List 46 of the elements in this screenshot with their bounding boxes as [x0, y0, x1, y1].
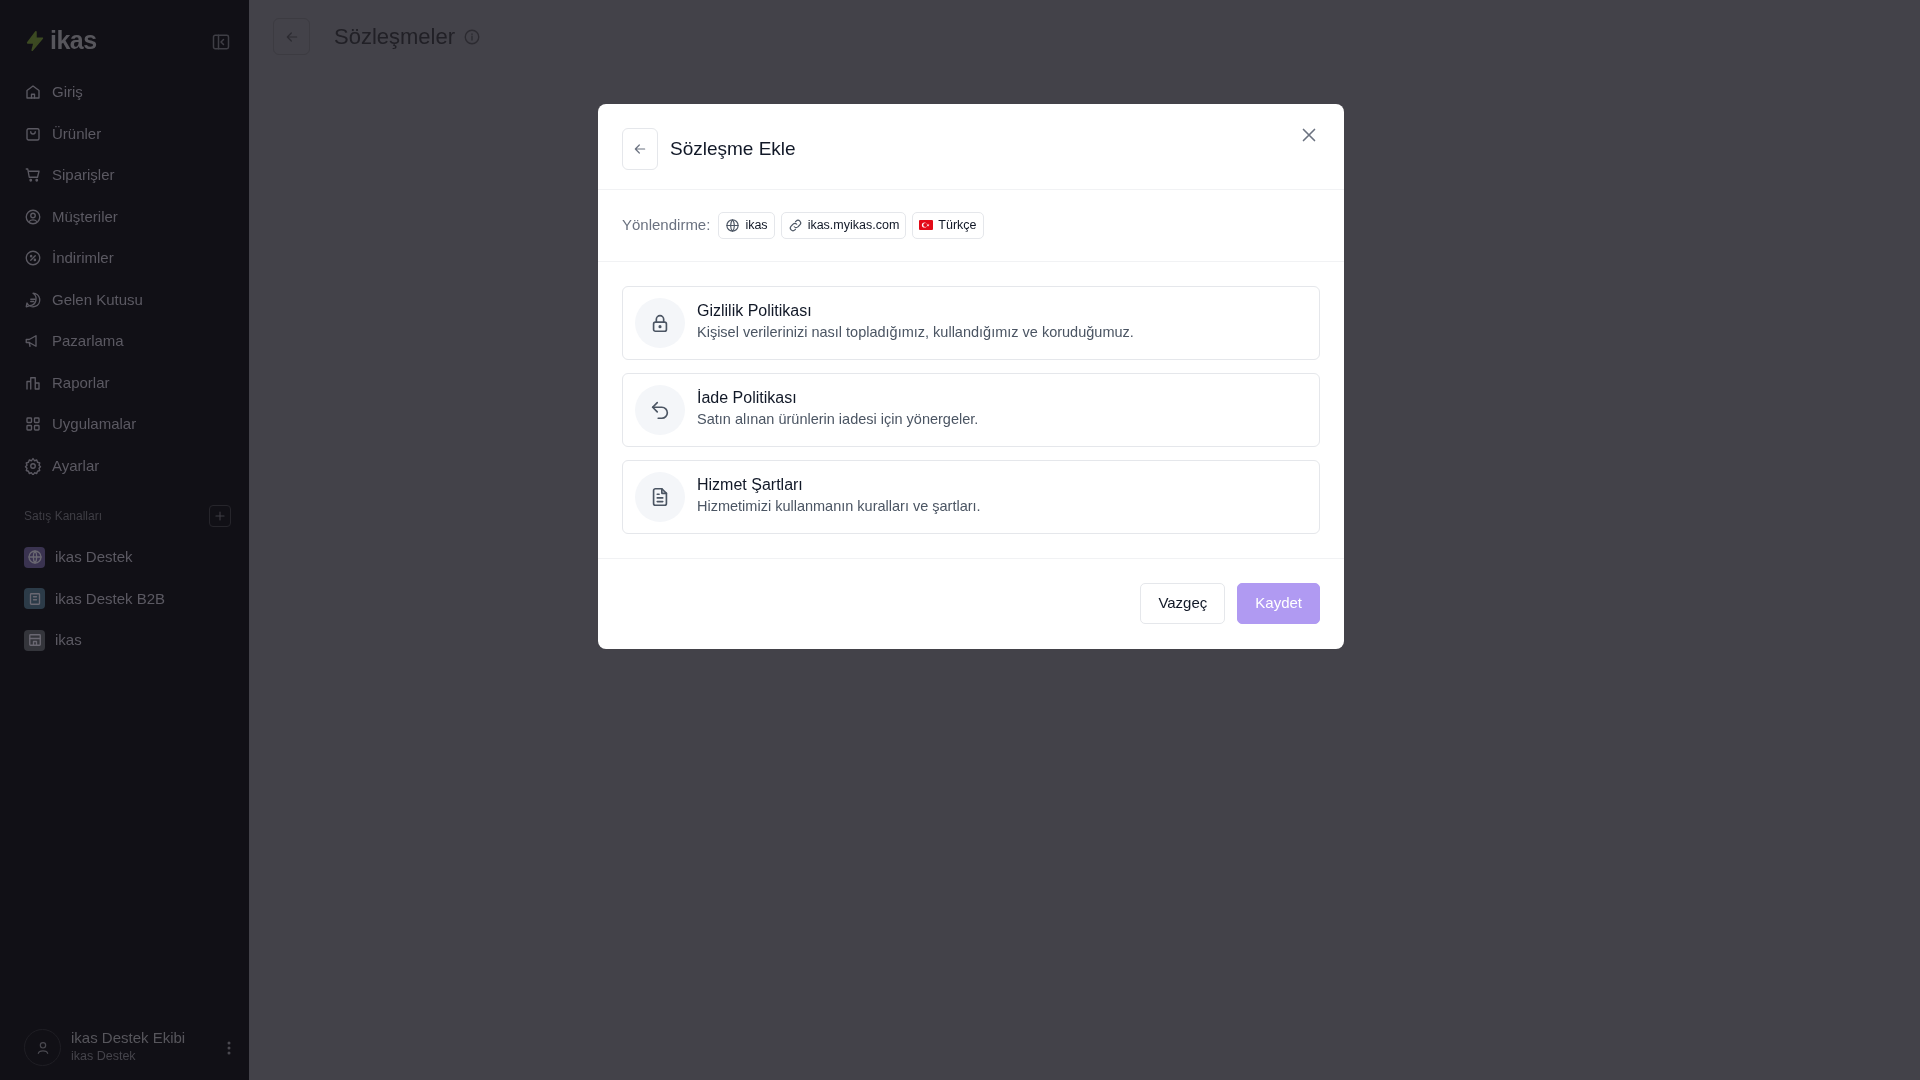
more-icon	[227, 1041, 231, 1056]
option-title: Hizmet Şartları	[697, 475, 804, 496]
plus-icon	[213, 508, 227, 523]
home-icon	[24, 83, 42, 102]
bolt-icon	[24, 29, 46, 52]
percent-icon	[24, 249, 42, 268]
cancel-button[interactable]: Vazgeç	[1140, 582, 1226, 624]
option-description: Kişisel verilerinizi nasıl topladığımız, kullandığımız ve koruduğumuz.	[697, 323, 1134, 343]
option-title: Gizlilik Politikası	[697, 301, 813, 322]
arrow-left-icon	[632, 141, 648, 157]
flag-icon	[919, 220, 934, 231]
sidebar-item[interactable]: Pazarlama	[24, 320, 231, 362]
sidebar-item[interactable]: Raporlar	[24, 362, 231, 404]
grid-icon	[24, 415, 42, 434]
sidebar-item[interactable]: Gelen Kutusu	[24, 279, 231, 321]
policy-option[interactable]: Hizmet Şartları Hizmetimizi kullanmanın kuralları ve şartları.	[622, 459, 1320, 534]
redirect-tag: ikas	[718, 212, 775, 239]
globe-icon	[725, 217, 741, 233]
sidebar-item[interactable]: İndirimler	[24, 237, 231, 279]
redirect-tag: ikas.myikas.com	[780, 212, 907, 239]
add-channel-button[interactable]	[209, 504, 231, 527]
redirect-tag: Türkçe	[912, 212, 984, 239]
policy-option[interactable]: Gizlilik Politikası Kişisel verilerinizi nasıl topladığımız, kullandığımız ve koruduğumuz.	[622, 285, 1320, 360]
gear-icon	[24, 456, 42, 475]
sidebar-item[interactable]: Siparişler	[24, 154, 231, 196]
sidebar-item[interactable]: Uygulamalar	[24, 403, 231, 445]
back-button[interactable]	[273, 18, 310, 55]
sidebar-channel[interactable]: ikas	[24, 619, 231, 661]
sidebar-item[interactable]: Giriş	[24, 71, 231, 113]
info-icon	[463, 27, 482, 46]
sidebar-item[interactable]: Müşteriler	[24, 196, 231, 238]
cart-icon	[24, 166, 42, 185]
option-description: Satın alınan ürünlerin iadesi için yönergeler.	[697, 410, 979, 430]
user-name: ikas Destek Ekibi	[71, 1029, 187, 1048]
redirect-label: Yönlendirme:	[622, 215, 711, 236]
option-description: Hizmetimizi kullanmanın kuralları ve şartları.	[697, 497, 981, 517]
policy-option[interactable]: İade Politikası Satın alınan ürünlerin iadesi için yönergeler.	[622, 372, 1320, 447]
sidebar-item[interactable]: Ürünler	[24, 113, 231, 155]
modal-title: Sözleşme Ekle	[670, 136, 796, 161]
user-circle-icon	[24, 207, 42, 226]
option-title: İade Politikası	[697, 388, 798, 409]
sidebar-channel[interactable]: ikas Destek	[24, 536, 231, 578]
logo-text: ikas	[50, 25, 97, 56]
sidebar-channel[interactable]: ikas Destek B2B	[24, 578, 231, 620]
sidebar-item[interactable]: Ayarlar	[24, 445, 231, 487]
link-icon	[787, 217, 803, 233]
